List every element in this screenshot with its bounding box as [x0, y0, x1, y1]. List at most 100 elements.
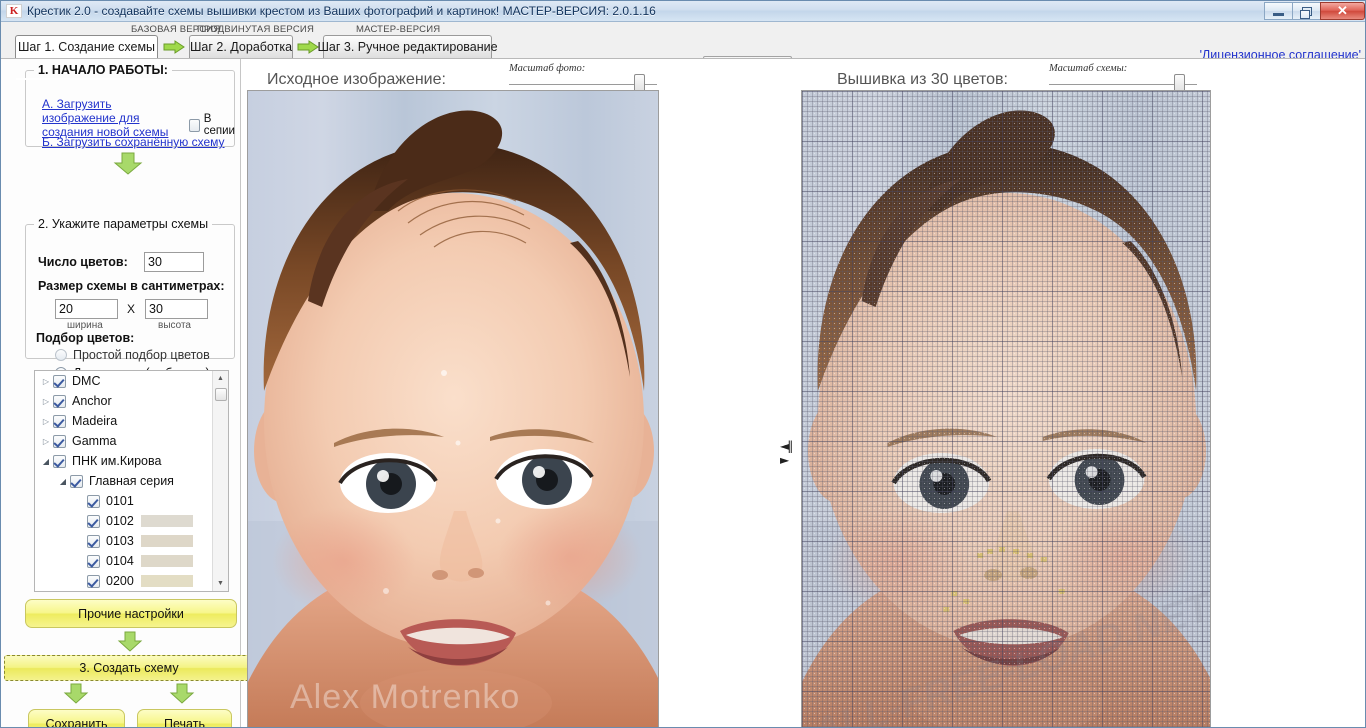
photo-zoom-slider[interactable]: Масштаб фото:	[509, 63, 669, 95]
expander-expanded-icon[interactable]: ◢	[39, 457, 53, 466]
tree-item-label: 0103	[106, 534, 134, 548]
maximize-button[interactable]	[1292, 2, 1321, 20]
group-getting-started: 1. НАЧАЛО РАБОТЫ: А. Загрузить изображен…	[25, 63, 237, 149]
expander-collapsed-icon[interactable]: ▷	[39, 397, 53, 406]
expander-collapsed-icon[interactable]: ▷	[39, 377, 53, 386]
load-saved-scheme-link[interactable]: Б. Загрузить сохранённую схему	[42, 135, 225, 149]
window-title: Крестик 2.0 - создавайте схемы вышивки к…	[27, 4, 656, 18]
width-caption: ширина	[67, 320, 103, 331]
maximize-icon	[1299, 6, 1312, 19]
print-button[interactable]: Печать	[137, 709, 232, 727]
title-bar: K Крестик 2.0 - создавайте схемы вышивки…	[1, 1, 1365, 22]
tree-item[interactable]: ▷ DMC	[35, 371, 228, 391]
scroll-thumb[interactable]	[215, 388, 227, 401]
source-photo[interactable]: Alex Motrenko	[247, 90, 659, 727]
pattern-zoom-slider[interactable]: Масштаб схемы:	[1049, 63, 1209, 95]
tree-item-label: Anchor	[72, 394, 112, 408]
tree-item-label: Madeira	[72, 414, 118, 428]
tab-step3[interactable]: Шаг 3. Ручное редактирование	[317, 35, 498, 58]
color-swatch	[140, 495, 193, 507]
expander-collapsed-icon[interactable]: ▷	[39, 437, 53, 446]
scroll-up-icon[interactable]: ▲	[213, 371, 228, 386]
save-button[interactable]: Сохранить	[28, 709, 125, 727]
app-icon: K	[6, 4, 22, 18]
panel-splitter[interactable]: ◄||►	[780, 147, 798, 727]
colors-count-input[interactable]	[144, 252, 204, 272]
create-scheme-button[interactable]: 3. Создать схему	[4, 655, 254, 681]
sepia-checkbox[interactable]	[189, 118, 200, 132]
tree-item[interactable]: ◢ ПНК им.Кирова	[35, 451, 228, 471]
height-caption: высота	[158, 320, 191, 331]
tab-arrow-2-icon	[297, 40, 319, 54]
cross-stitch-pattern[interactable]: ALL-FREE-LOAD.NET	[801, 90, 1211, 727]
tree-rows: ▷ DMC ▷ Anchor ▷ Madeira ▷ Gamma ◢ ПНК им.Кирова ◢…	[35, 371, 228, 591]
scheme-height-input[interactable]	[145, 299, 208, 319]
tree-item[interactable]: ▷ Madeira	[35, 411, 228, 431]
tree-item-checkbox[interactable]	[70, 474, 83, 488]
flow-arrow-3-icon	[63, 683, 89, 704]
tree-item[interactable]: 0101	[35, 491, 228, 511]
scheme-size-label: Размер схемы в сантиметрах:	[38, 279, 225, 293]
source-photo-image	[248, 91, 658, 727]
minimize-button[interactable]	[1264, 2, 1293, 20]
photo-panel-title: Исходное изображение:	[267, 71, 446, 88]
tree-item-checkbox[interactable]	[53, 414, 66, 428]
sepia-label: В сепии	[203, 113, 235, 137]
sepia-checkbox-row[interactable]: В сепии	[189, 113, 237, 137]
pattern-panel-title: Вышивка из 30 цветов:	[837, 71, 1008, 88]
left-sidebar: 1. НАЧАЛО РАБОТЫ: А. Загрузить изображен…	[1, 59, 254, 727]
tree-item-checkbox[interactable]	[87, 534, 100, 548]
content-area: 1. НАЧАЛО РАБОТЫ: А. Загрузить изображен…	[1, 58, 1365, 727]
radio-simple[interactable]	[55, 349, 67, 361]
version-label-advanced: ПРОДВИНУТАЯ ВЕРСИЯ	[197, 24, 315, 35]
tree-item-checkbox[interactable]	[53, 434, 66, 448]
tree-item-label: ПНК им.Кирова	[72, 454, 162, 468]
group1-title: 1. НАЧАЛО РАБОТЫ:	[38, 63, 168, 77]
window-controls: ✕	[1264, 2, 1365, 20]
scroll-down-icon[interactable]: ▼	[213, 576, 228, 591]
expander-expanded-icon[interactable]: ◢	[56, 477, 70, 486]
active-tab-connector	[16, 78, 157, 80]
scheme-width-input[interactable]	[55, 299, 118, 319]
size-x-label: X	[127, 302, 136, 316]
tree-item-checkbox[interactable]	[87, 514, 100, 528]
tree-item[interactable]: ▷ Gamma	[35, 431, 228, 451]
tree-item-checkbox[interactable]	[53, 394, 66, 408]
colors-count-label: Число цветов:	[38, 255, 128, 269]
color-swatch	[140, 575, 193, 587]
tree-item-label: 0104	[106, 554, 134, 568]
version-label-master: МАСТЕР-ВЕРСИЯ	[356, 24, 441, 35]
group2-title: 2. Укажите параметры схемы	[38, 217, 209, 231]
floss-palette-tree[interactable]: ▷ DMC ▷ Anchor ▷ Madeira ▷ Gamma ◢ ПНК им.Кирова ◢…	[34, 370, 229, 592]
photo-zoom-label: Масштаб фото:	[509, 63, 586, 74]
tree-item[interactable]: 0103	[35, 531, 228, 551]
flow-arrow-1-icon	[113, 152, 143, 175]
tab-arrow-1-icon	[163, 40, 185, 54]
radio-simple-row[interactable]: Простой подбор цветов	[55, 348, 210, 362]
close-button[interactable]: ✕	[1320, 2, 1365, 20]
tree-item-checkbox[interactable]	[87, 494, 100, 508]
tree-item-checkbox[interactable]	[53, 454, 66, 468]
tab-step2[interactable]: Шаг 2. Доработка	[189, 35, 293, 58]
tree-item-label: 0200	[106, 574, 134, 588]
tree-item[interactable]: 0104	[35, 551, 228, 571]
tab-step1[interactable]: Шаг 1. Создание схемы	[15, 35, 158, 58]
tree-item[interactable]: ◢ Главная серия	[35, 471, 228, 491]
tree-item-checkbox[interactable]	[53, 374, 66, 388]
tree-item-label: DMC	[72, 374, 101, 388]
load-image-link[interactable]: А. Загрузить изображение для создания но…	[42, 97, 182, 139]
tree-item[interactable]: 0102	[35, 511, 228, 531]
tree-item-label: 0102	[106, 514, 134, 528]
expander-collapsed-icon[interactable]: ▷	[39, 417, 53, 426]
application-window: K Крестик 2.0 - создавайте схемы вышивки…	[0, 0, 1366, 728]
other-settings-button[interactable]: Прочие настройки	[25, 599, 237, 628]
minimize-icon	[1273, 12, 1284, 16]
palette-pick-label: Подбор цветов:	[36, 331, 135, 345]
tree-item-checkbox[interactable]	[87, 554, 100, 568]
tree-item[interactable]: ▷ Anchor	[35, 391, 228, 411]
tree-item-label: 0101	[106, 494, 134, 508]
pattern-zoom-label: Масштаб схемы:	[1049, 63, 1128, 74]
tree-item-checkbox[interactable]	[87, 574, 100, 588]
tree-scrollbar[interactable]: ▲ ▼	[212, 371, 228, 591]
tree-item[interactable]: 0200	[35, 571, 228, 591]
